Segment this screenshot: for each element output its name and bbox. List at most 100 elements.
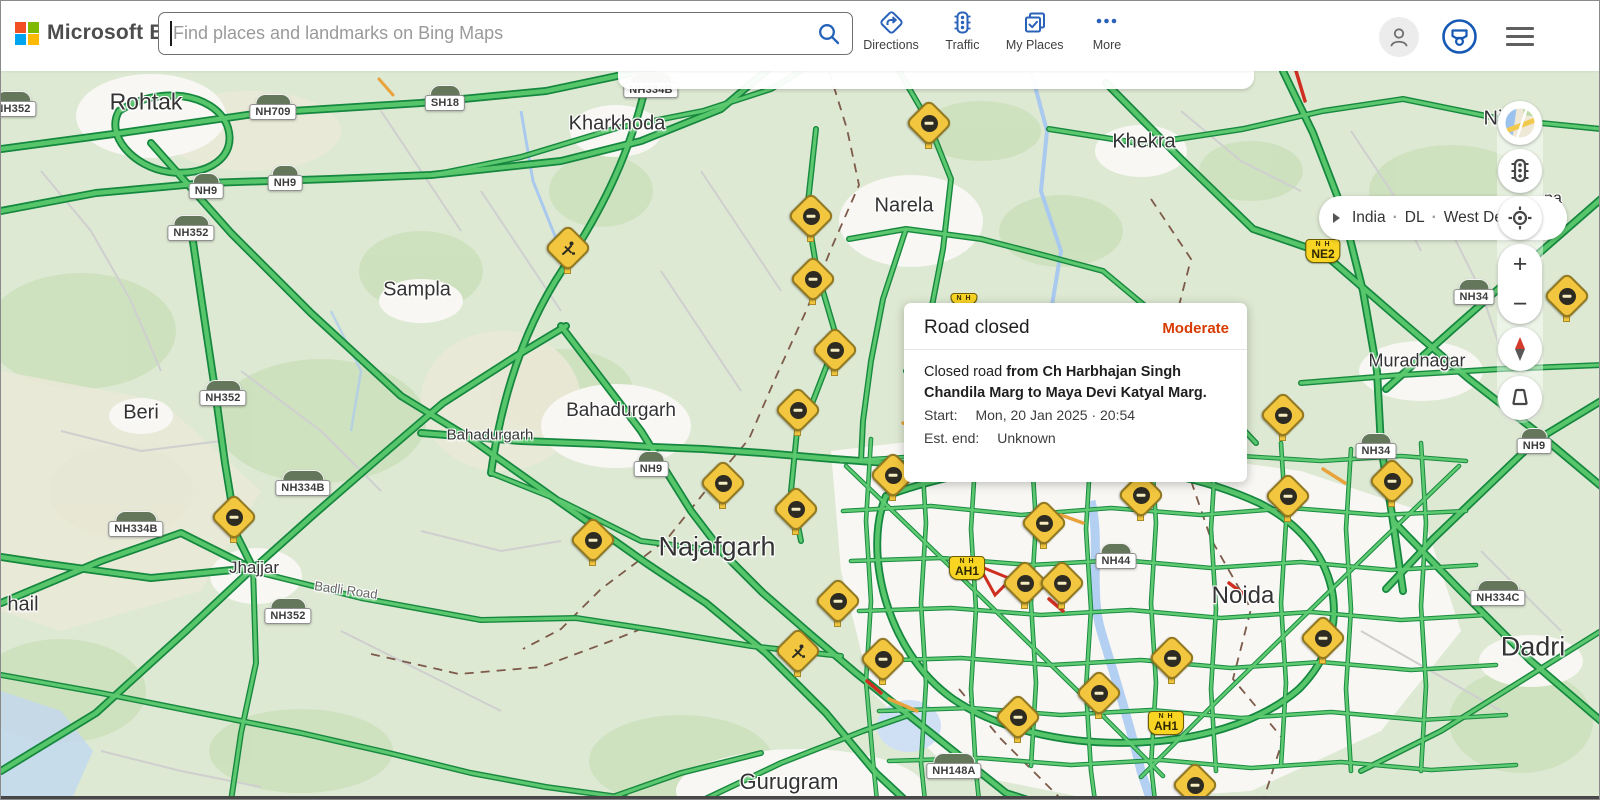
search-input[interactable] (159, 23, 806, 44)
popup-description: Closed road from Ch Harbhajan Singh Chan… (904, 350, 1247, 404)
road-shield-ah1: N H AH1 (1147, 711, 1185, 735)
shield-arch (1477, 580, 1519, 590)
map-label-najafgarh: Najafgarh (658, 531, 776, 562)
map-style-button[interactable] (1498, 101, 1542, 145)
road-shield-nh334c: NH334C (1470, 580, 1526, 606)
shield-arch (1, 91, 31, 101)
road-shield-sh18: SH18 (424, 85, 466, 111)
breadcrumb-separator: · (1392, 209, 1398, 226)
popup-start-row: Start: Mon, 20 Jan 2025 · 20:54 (904, 404, 1247, 427)
road-shield-nh334b: NH334B (108, 511, 164, 537)
map-label-dadri: Dadri (1500, 631, 1566, 662)
nav-label: Directions (863, 38, 919, 52)
map-label-rohtak: Rohtak (109, 88, 183, 115)
road-shield-ah1: N H AH1 (948, 556, 986, 580)
shield-arch (637, 451, 665, 461)
shield-arch (429, 85, 461, 95)
incident-popup: Road closed Moderate Closed road from Ch… (904, 303, 1247, 482)
road-shield-ne2: N H NE2 (1305, 239, 1341, 263)
nav-traffic[interactable]: Traffic (934, 9, 990, 52)
birds-eye-icon (1512, 388, 1528, 406)
map-label-narela: Narela (874, 194, 934, 217)
shield-arch (269, 598, 306, 608)
top-header: Microsoft Bing Directions (1, 1, 1599, 71)
my-places-icon (1025, 12, 1046, 33)
traffic-layer-button[interactable] (1498, 149, 1542, 193)
map-label-jhajjar: Jhajjar (228, 558, 280, 577)
map-label-bahadurgarh: Bahadurgarh (446, 426, 534, 444)
top-navigation: Directions Traffic My Places More (863, 9, 1135, 52)
compass-button[interactable] (1498, 327, 1542, 371)
hamburger-menu[interactable] (1506, 27, 1534, 46)
road-shield-nh34: NH34 (1453, 279, 1495, 305)
shield-arch (282, 470, 324, 480)
search-button[interactable] (806, 13, 852, 54)
header-shadow-band (618, 71, 1254, 89)
shield-arch (204, 380, 241, 390)
nav-label: More (1092, 38, 1122, 52)
compass-icon (1515, 337, 1525, 361)
rewards-button[interactable] (1441, 18, 1478, 55)
more-dots-icon (1097, 18, 1117, 24)
search-box (158, 12, 853, 55)
road-shield-nh9: NH9 (633, 451, 669, 477)
breadcrumb-item[interactable]: DL (1405, 209, 1425, 226)
map-label-hail: hail (7, 593, 39, 616)
road-shield-nh352: NH352 (264, 598, 312, 624)
map-label-beri: Beri (123, 401, 159, 424)
locate-me-button[interactable] (1498, 196, 1542, 240)
road-shield-nh334b: NH334B (275, 470, 331, 496)
shield-arch (172, 215, 209, 225)
sign-in-avatar[interactable] (1379, 17, 1419, 57)
bing-maps-app: Microsoft Bing Directions (0, 0, 1600, 800)
shield-arch (254, 94, 291, 104)
road-shield-nh9: NH9 (267, 165, 303, 191)
zoom-out-button[interactable]: − (1498, 284, 1542, 324)
shield-arch (1360, 433, 1392, 443)
road-shield-nh44: NH44 (1095, 543, 1137, 569)
zoom-in-button[interactable]: + (1498, 244, 1542, 284)
nav-directions[interactable]: Directions (863, 9, 919, 52)
nav-label: Traffic (945, 38, 980, 52)
end-value: Unknown (997, 430, 1056, 446)
road-shield-nh352: NH352 (167, 215, 215, 241)
shield-arch (271, 165, 299, 175)
popup-end-row: Est. end: Unknown (904, 427, 1247, 450)
road-shield-nh352: NH352 (1, 91, 37, 117)
shield-arch (192, 173, 220, 183)
map-style-icon (1503, 106, 1537, 140)
breadcrumb-item[interactable]: India (1352, 209, 1386, 226)
map-canvas[interactable]: Rohtak Kharkhoda Khekra Narela Sampla Bahadur… (1, 71, 1599, 799)
map-label-khekra: Khekra (1112, 130, 1176, 153)
map-label-noida: Noida (1211, 582, 1275, 609)
road-shield-nh9: NH9 (188, 173, 224, 199)
microsoft-logo-icon (15, 21, 39, 45)
map-label-gurugram: Gurugram (739, 769, 839, 794)
locate-icon (1508, 206, 1532, 230)
start-value: Mon, 20 Jan 2025 · 20:54 (975, 407, 1136, 423)
traffic-light-icon (954, 11, 971, 34)
search-icon (819, 23, 840, 44)
start-label: Start: (924, 407, 958, 423)
breadcrumb-separator: · (1431, 209, 1437, 226)
text-caret (170, 21, 172, 46)
directions-icon (879, 11, 903, 34)
road-shield-nh34: NH34 (1355, 433, 1397, 459)
end-label: Est. end: (924, 430, 980, 446)
road-shield-nh148a: NH148A (926, 753, 982, 779)
birds-eye-button[interactable] (1498, 376, 1542, 420)
map-label-kharkhoda: Kharkhoda (568, 112, 666, 135)
nav-more[interactable]: More (1079, 9, 1135, 52)
shield-arch (1458, 279, 1490, 289)
description-prefix: Closed road (924, 364, 1007, 380)
shield-arch (1100, 543, 1132, 553)
road-shield-nh709: NH709 (249, 94, 297, 120)
traffic-layer-icon (1511, 158, 1529, 183)
nav-my-places[interactable]: My Places (1006, 9, 1064, 52)
shield-arch (933, 753, 975, 763)
rewards-medal-icon (1442, 19, 1477, 54)
zoom-control: + − (1498, 244, 1542, 324)
map-label-bahadurgarh: Bahadurgarh (566, 400, 676, 421)
breadcrumb-collapse-arrow[interactable] (1333, 213, 1340, 223)
map-label-sampla: Sampla (383, 278, 451, 301)
